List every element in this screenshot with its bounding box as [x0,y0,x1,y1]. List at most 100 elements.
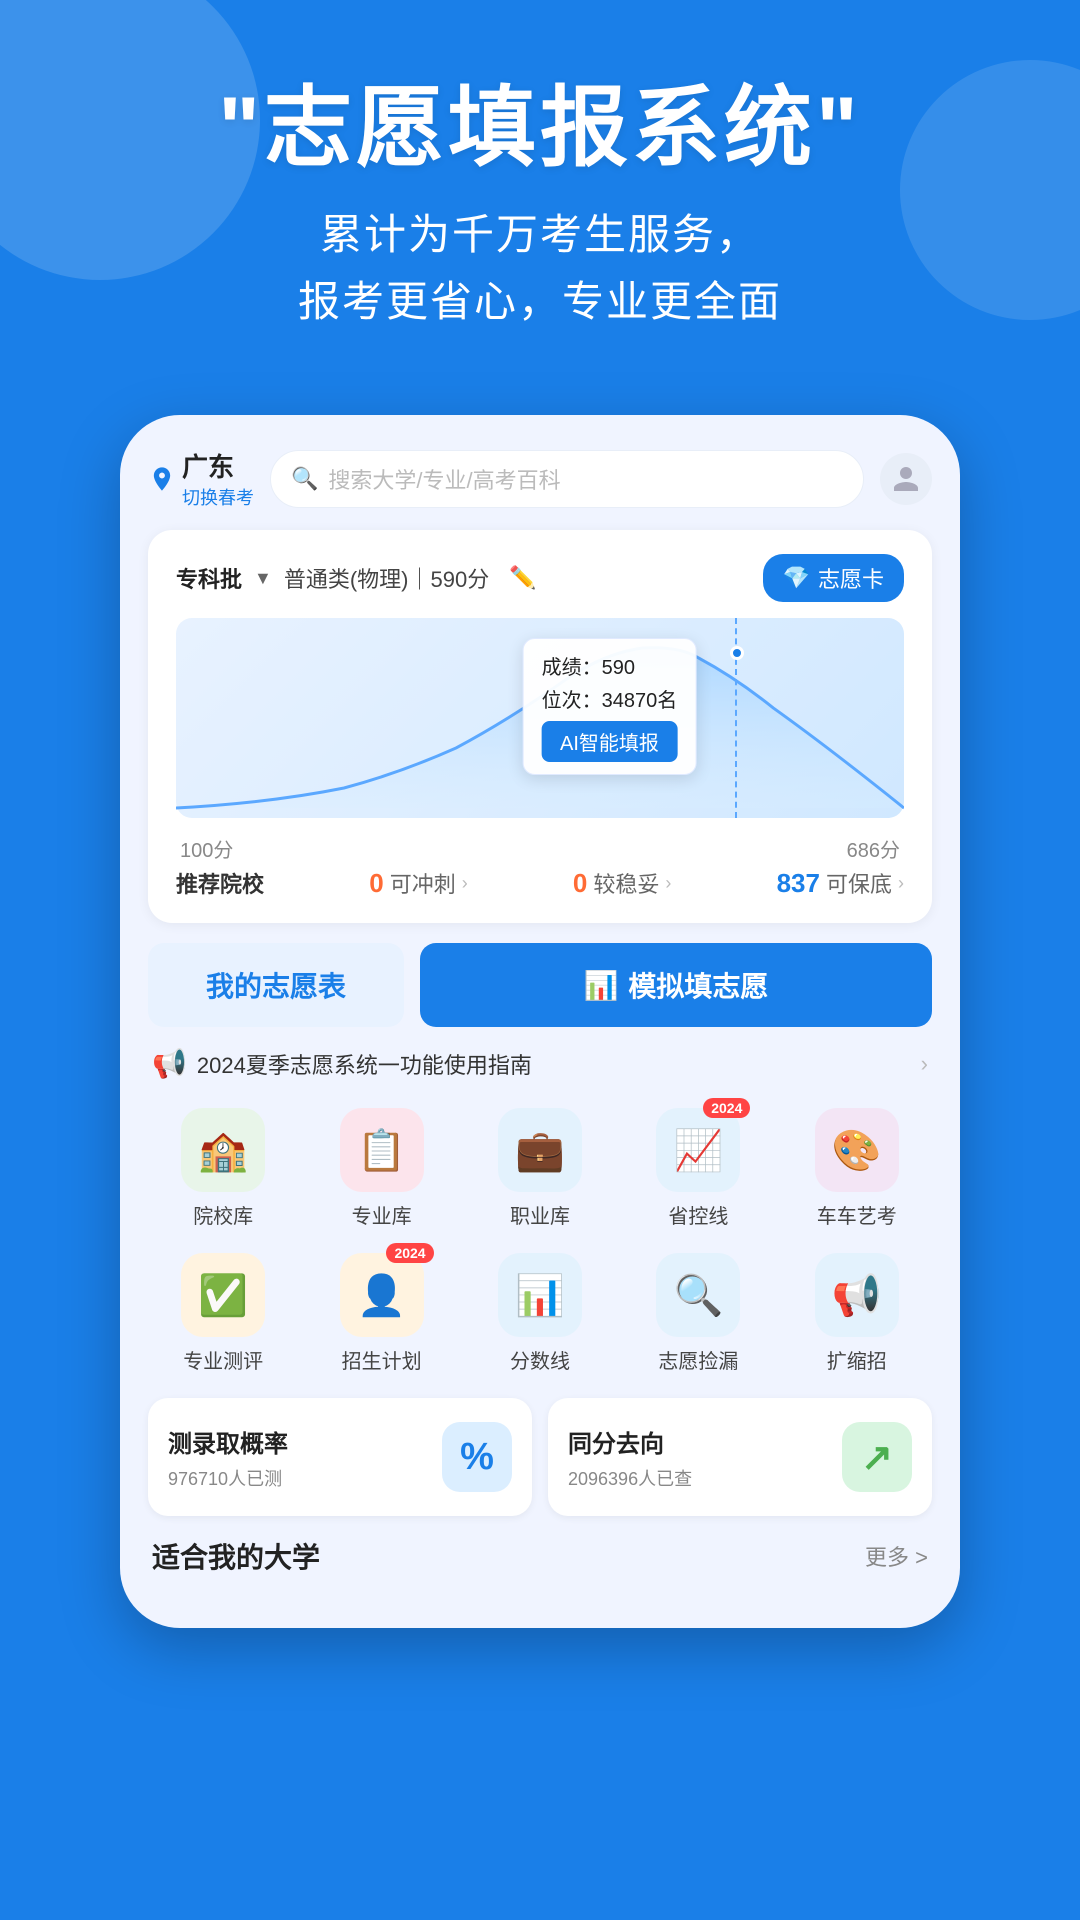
feature-label-zhaosheng: 招生计划 [342,1345,422,1374]
badge-2024-shengkong: 2024 [703,1098,750,1118]
location-name: 广东 [182,447,254,484]
rec-wen-count: 0 [573,868,587,899]
feature-label-cheche: 车车艺考 [817,1200,897,1229]
feature-icon-zhiyuanjianlu: 🔍 [656,1253,740,1337]
chart-tooltip: 成绩：590 位次：34870名 AI智能填报 [523,638,697,775]
feature-cheche[interactable]: 🎨 车车艺考 [782,1100,932,1237]
notice-arrow-icon: › [921,1051,928,1077]
rec-wen[interactable]: 0 较稳妥 › [573,867,671,899]
feature-icon-kuosuozha: 📢 [815,1253,899,1337]
my-zhiyuan-button[interactable]: 我的志愿表 [148,943,404,1027]
location-block[interactable]: 广东 切换春考 [148,447,254,510]
rec-chong-count: 0 [369,868,383,899]
rec-bao-count: 837 [777,868,820,899]
avatar[interactable] [880,453,932,505]
phone-mockup: 广东 切换春考 🔍 搜索大学/专业/高考百科 专科批 ▼ 普通类(物理)｜5 [120,415,960,1628]
feature-label-zhiyuanjianlu: 志愿捡漏 [658,1345,738,1374]
batch-tag[interactable]: 专科批 [176,562,242,594]
card-celuqu-icon: % [442,1422,512,1492]
card-tongfen-sub: 2096396人已查 [568,1465,692,1491]
feature-label-kuosuozha: 扩缩招 [827,1345,887,1374]
score-card-left: 专科批 ▼ 普通类(物理)｜590分 ✏️ [176,562,537,594]
location-switch[interactable]: 切换春考 [182,484,254,510]
suitable-section-header: 适合我的大学 更多 > [148,1516,932,1588]
search-bar[interactable]: 🔍 搜索大学/专业/高考百科 [270,450,864,508]
feature-icon-shengkongxian: 📈 2024 [656,1108,740,1192]
rec-bao-type: 可保底 [826,867,892,899]
badge-2024-zhaosheng: 2024 [386,1243,433,1263]
card-celuqu-sub: 976710人已测 [168,1465,288,1491]
feature-yuanxiaoku[interactable]: 🏫 院校库 [148,1100,298,1237]
phone-header: 广东 切换春考 🔍 搜索大学/专业/高考百科 [148,447,932,510]
hero-subtitle: 累计为千万考生服务， 报考更省心，专业更全面 [60,201,1020,335]
chart-min-label: 100分 [180,834,233,863]
card-celuqu-info: 测录取概率 976710人已测 [168,1424,288,1491]
score-card: 专科批 ▼ 普通类(物理)｜590分 ✏️ 💎 志愿卡 [148,530,932,923]
suitable-section-title: 适合我的大学 [152,1536,320,1576]
score-card-header: 专科批 ▼ 普通类(物理)｜590分 ✏️ 💎 志愿卡 [176,554,904,602]
feature-fenshuxian[interactable]: 📊 分数线 [465,1245,615,1382]
rec-chong[interactable]: 0 可冲刺 › [369,867,467,899]
tooltip-score: 成绩：590 [542,651,678,680]
feature-zhiyuanjianlu[interactable]: 🔍 志愿捡漏 [623,1245,773,1382]
ai-fill-button[interactable]: AI智能填报 [542,721,678,762]
feature-label-shengkongxian: 省控线 [668,1200,728,1229]
hero-section: "志愿填报系统" 累计为千万考生服务， 报考更省心，专业更全面 [0,0,1080,375]
notice-bar[interactable]: 📢 2024夏季志愿系统一功能使用指南 › [148,1027,932,1100]
feature-kuosuozha[interactable]: 📢 扩缩招 [782,1245,932,1382]
score-chart: 成绩：590 位次：34870名 AI智能填报 [176,618,904,818]
feature-shengkongxian[interactable]: 📈 2024 省控线 [623,1100,773,1237]
edit-score-icon[interactable]: ✏️ [509,565,536,591]
feature-icon-zhuanyepingce: ✅ [181,1253,265,1337]
search-icon: 🔍 [291,466,318,492]
location-pin-icon [148,465,176,493]
feature-label-zhuanyepingce: 专业测评 [183,1345,263,1374]
card-tongfen-icon: ↗ [842,1422,912,1492]
card-tongfen[interactable]: 同分去向 2096396人已查 ↗ [548,1398,932,1516]
feature-zhuanyepingce[interactable]: ✅ 专业测评 [148,1245,298,1382]
rec-chong-arrow: › [462,873,468,894]
feature-zhuanyeku[interactable]: 📋 专业库 [306,1100,456,1237]
rec-wen-type: 较稳妥 [593,867,659,899]
feature-icon-cheche: 🎨 [815,1108,899,1192]
batch-dropdown-icon[interactable]: ▼ [254,568,272,589]
rec-chong-type: 可冲刺 [390,867,456,899]
card-celuqu-title: 测录取概率 [168,1424,288,1459]
location-text: 广东 切换春考 [182,447,254,510]
action-buttons: 我的志愿表 📊 模拟填志愿 [148,943,932,1027]
feature-label-zhiyeku: 职业库 [510,1200,570,1229]
feature-zhiyeku[interactable]: 💼 职业库 [465,1100,615,1237]
chart-max-label: 686分 [847,834,900,863]
card-celuqu[interactable]: 测录取概率 976710人已测 % [148,1398,532,1516]
feature-icon-zhuanyeku: 📋 [340,1108,424,1192]
feature-zhaoshengjhua[interactable]: 👤 2024 招生计划 [306,1245,456,1382]
feature-grid-row2: ✅ 专业测评 👤 2024 招生计划 📊 分数线 🔍 志愿捡漏 📢 扩缩招 [148,1245,932,1382]
bottom-cards: 测录取概率 976710人已测 % 同分去向 2096396人已查 ↗ [148,1398,932,1516]
rec-bao-arrow: › [898,873,904,894]
phone-wrapper: 广东 切换春考 🔍 搜索大学/专业/高考百科 专科批 ▼ 普通类(物理)｜5 [0,415,1080,1628]
feature-icon-zhiyeku: 💼 [498,1108,582,1192]
feature-icon-yuanxiaoku: 🏫 [181,1108,265,1192]
feature-label-fenshuxian: 分数线 [510,1345,570,1374]
feature-label-zhuanyeku: 专业库 [352,1200,412,1229]
recommended-label: 推荐院校 [176,867,264,899]
rec-bao[interactable]: 837 可保底 › [777,867,904,899]
feature-label-yuanxiaoku: 院校库 [193,1200,253,1229]
feature-icon-fenshuxian: 📊 [498,1253,582,1337]
notice-text: 2024夏季志愿系统一功能使用指南 [197,1048,911,1080]
suitable-section-more[interactable]: 更多 > [865,1540,928,1572]
card-tongfen-info: 同分去向 2096396人已查 [568,1424,692,1491]
hero-title: "志愿填报系统" [60,80,1020,177]
moni-button[interactable]: 📊 模拟填志愿 [420,943,932,1027]
tooltip-rank: 位次：34870名 [542,684,678,713]
diamond-icon: 💎 [783,565,810,591]
user-icon [891,464,921,494]
notice-icon: 📢 [152,1047,187,1080]
card-tongfen-title: 同分去向 [568,1424,692,1459]
search-placeholder: 搜索大学/专业/高考百科 [328,463,560,495]
chart-icon: 📊 [584,969,619,1002]
zhiyuan-card-button[interactable]: 💎 志愿卡 [763,554,904,602]
score-meta: 普通类(物理)｜590分 [284,562,489,594]
chart-labels: 100分 686分 [176,834,904,863]
recommended-row: 推荐院校 0 可冲刺 › 0 较稳妥 › 837 可保底 › [176,863,904,903]
